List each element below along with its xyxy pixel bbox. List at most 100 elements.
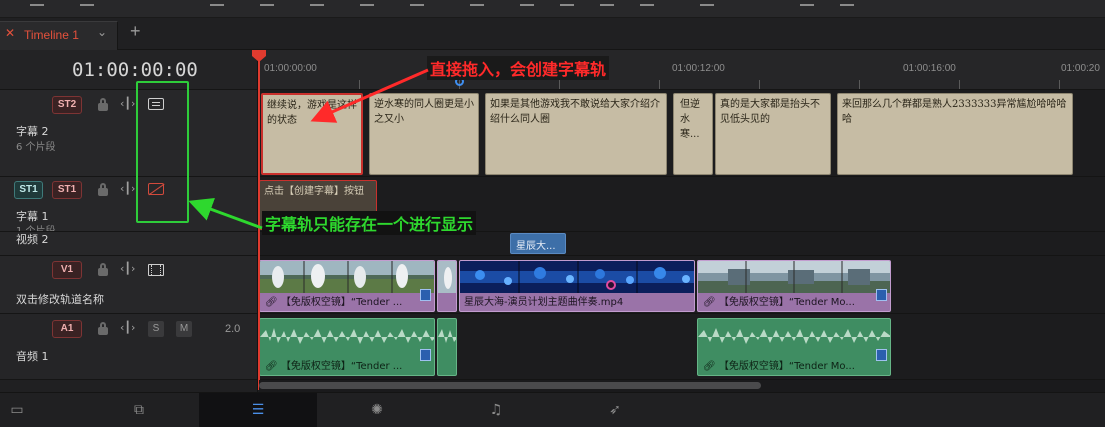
track-name[interactable]: 视频 2 xyxy=(16,231,49,247)
lane-a1[interactable]: 🔗︎ 【免版权空镜】“Tender ... 🔗︎ 【免版权空镜】“Tender … xyxy=(259,314,1105,380)
auto-select-icon[interactable]: ‹┃› xyxy=(120,262,135,275)
clip-title: 【免版权空镜】“Tender ... xyxy=(280,297,403,308)
track-header-v2[interactable]: 视频 2 xyxy=(0,232,258,256)
mute-button[interactable]: M xyxy=(176,321,192,337)
fusion-icon: ✺ xyxy=(371,402,383,418)
chevron-down-icon[interactable]: ⌄ xyxy=(97,25,107,39)
timeline-ruler[interactable]: 01:00:00:00 01:00:12:00 01:00:16:00 01:0… xyxy=(259,50,1105,90)
auto-select-icon[interactable]: ‹┃› xyxy=(120,97,135,110)
track-header-st2[interactable]: ST2 ‹┃› 字幕 2 6 个片段 xyxy=(0,90,258,177)
lane-st2[interactable]: 继续说，游戏是这样的状态 逆水寒的同人圈更是小之又小 如果是其他游戏我不敢说给大… xyxy=(259,90,1105,177)
clip-name: 🔗︎ 【免版权空镜】“Tender Mo... xyxy=(703,357,855,372)
auto-select-icon[interactable]: ‹┃› xyxy=(120,182,135,195)
toolbar-tool-icon[interactable] xyxy=(360,2,374,6)
add-tab-button[interactable]: + xyxy=(130,21,141,42)
audio-clip[interactable] xyxy=(437,318,457,376)
ruler-label: 01:00:20 xyxy=(1061,63,1100,74)
clip-name: 🔗︎ 【免版权空镜】“Tender ... xyxy=(265,293,402,308)
page-cut[interactable]: ⧉ xyxy=(80,393,198,427)
track-chip-st2[interactable]: ST2 xyxy=(52,96,82,114)
ruler-tick xyxy=(959,80,960,89)
toolbar-tool-icon[interactable] xyxy=(210,2,224,6)
page-fairlight[interactable]: ♫ xyxy=(437,393,555,427)
subtitle-clip[interactable]: 来回那么几个群都是熟人2333333异常尴尬哈哈哈哈 xyxy=(837,93,1073,175)
toolbar-tool-icon[interactable] xyxy=(600,2,614,6)
track-name[interactable]: 字幕 2 xyxy=(16,123,49,139)
toolbar-tool-icon[interactable] xyxy=(310,2,324,6)
video-clip-selected[interactable]: 星辰大海-演员计划主题曲伴奏.mp4 xyxy=(459,260,695,312)
track-chip-st1[interactable]: ST1 xyxy=(52,181,82,199)
video-clip[interactable] xyxy=(437,260,457,312)
video-track-visible-icon[interactable] xyxy=(148,264,164,276)
davinci-resolve-edit-page: ✕ Timeline 1 ⌄ + 01:00:00:00 01:00:00:00… xyxy=(0,0,1105,427)
clip-name: 🔗︎ 【免版权空镜】“Tender Mo... xyxy=(703,293,855,308)
lock-icon[interactable] xyxy=(98,322,108,335)
subtitle-clip[interactable]: 但逆水寒... xyxy=(673,93,713,175)
track-name[interactable]: 双击修改轨道名称 xyxy=(16,291,104,307)
ruler-label: 01:00:00:00 xyxy=(264,63,317,74)
fx-badge-icon xyxy=(420,289,431,301)
toolbar xyxy=(0,0,1105,18)
fairlight-icon: ♫ xyxy=(489,402,503,418)
page-deliver[interactable]: ➶ xyxy=(556,393,674,427)
timeline-header: 01:00:00:00 xyxy=(0,50,258,90)
playhead-line[interactable] xyxy=(258,60,260,390)
track-header-st1[interactable]: ST1 ST1 ‹┃› 字幕 1 1 个片段 xyxy=(0,177,258,232)
toolbar-tool-icon[interactable] xyxy=(470,2,484,6)
lane-v2[interactable]: 星辰大... xyxy=(259,232,1105,256)
subtitle-clip[interactable]: 如果是其他游戏我不敢说给大家介绍介绍什么同人圈 xyxy=(485,93,667,175)
solo-button[interactable]: S xyxy=(148,321,164,337)
video-clip-small[interactable]: 星辰大... xyxy=(510,233,566,254)
scrollbar-thumb[interactable] xyxy=(259,382,761,389)
audio-clip[interactable]: 🔗︎ 【免版权空镜】“Tender Mo... xyxy=(697,318,891,376)
track-name[interactable]: 音频 1 xyxy=(16,348,49,364)
clip-title: 【免版权空镜】“Tender Mo... xyxy=(718,297,855,308)
auto-select-icon[interactable]: ‹┃› xyxy=(120,321,135,334)
deliver-icon: ➶ xyxy=(609,402,621,418)
page-navigation-bar: ▭ ⧉ ☰ ✺ ♫ ➶ xyxy=(0,392,1105,427)
clip-name: 星辰大海-演员计划主题曲伴奏.mp4 xyxy=(464,297,624,308)
ruler-label: 01:00:16:00 xyxy=(903,63,956,74)
header-footer xyxy=(0,380,258,392)
toolbar-tool-icon[interactable] xyxy=(800,2,814,6)
link-icon: 🔗︎ xyxy=(265,297,278,308)
toolbar-tool-icon[interactable] xyxy=(640,2,654,6)
track-chip-v1[interactable]: V1 xyxy=(52,261,82,279)
toolbar-tool-icon[interactable] xyxy=(560,2,574,6)
track-chip-a1[interactable]: A1 xyxy=(52,320,82,338)
toolbar-tool-icon[interactable] xyxy=(260,2,274,6)
link-icon: 🔗︎ xyxy=(703,297,716,308)
toolbar-tool-icon[interactable] xyxy=(840,2,854,6)
toolbar-tool-icon[interactable] xyxy=(520,2,534,6)
audio-clip[interactable]: 🔗︎ 【免版权空镜】“Tender ... xyxy=(259,318,435,376)
video-clip[interactable]: 🔗︎ 【免版权空镜】“Tender Mo... xyxy=(697,260,891,312)
ruler-tick xyxy=(759,80,760,89)
lane-v1[interactable]: 🔗︎ 【免版权空镜】“Tender ... 星辰大海-演员计划主题曲伴奏.mp4… xyxy=(259,256,1105,314)
track-header-a1[interactable]: A1 ‹┃› S M 2.0 音频 1 xyxy=(0,314,258,380)
page-fusion[interactable]: ✺ xyxy=(318,393,436,427)
clip-thumbnails xyxy=(460,261,694,293)
toolbar-tool-icon[interactable] xyxy=(700,2,714,6)
destination-chip-st1[interactable]: ST1 xyxy=(14,181,43,199)
lock-icon[interactable] xyxy=(98,98,108,111)
subtitle-clip[interactable]: 逆水寒的同人圈更是小之又小 xyxy=(369,93,479,175)
close-icon[interactable]: ✕ xyxy=(5,26,15,40)
subtitle-clip[interactable]: 继续说，游戏是这样的状态 xyxy=(261,93,363,175)
lock-icon[interactable] xyxy=(98,183,108,196)
annotation-text: 直接拖入，会创建字幕轨 xyxy=(427,56,610,80)
tab-label: Timeline 1 xyxy=(24,28,79,42)
tab-timeline-1[interactable]: ✕ Timeline 1 ⌄ xyxy=(0,21,118,50)
lock-icon[interactable] xyxy=(98,263,108,276)
clip-marker-icon[interactable] xyxy=(606,280,616,290)
edit-icon: ☰ xyxy=(251,402,265,418)
ruler-label: 01:00:12:00 xyxy=(672,63,725,74)
subtitle-clip[interactable]: 真的是大家都是抬头不见低头见的 xyxy=(715,93,831,175)
track-header-v1[interactable]: V1 ‹┃› 双击修改轨道名称 xyxy=(0,256,258,314)
horizontal-scrollbar[interactable] xyxy=(259,380,1105,392)
page-edit[interactable]: ☰ xyxy=(199,393,317,427)
video-clip[interactable]: 🔗︎ 【免版权空镜】“Tender ... xyxy=(259,260,435,312)
fx-badge-icon xyxy=(420,349,431,361)
toolbar-tool-icon[interactable] xyxy=(80,2,94,6)
toolbar-tool-icon[interactable] xyxy=(410,2,424,6)
toolbar-tool-icon[interactable] xyxy=(30,2,44,6)
